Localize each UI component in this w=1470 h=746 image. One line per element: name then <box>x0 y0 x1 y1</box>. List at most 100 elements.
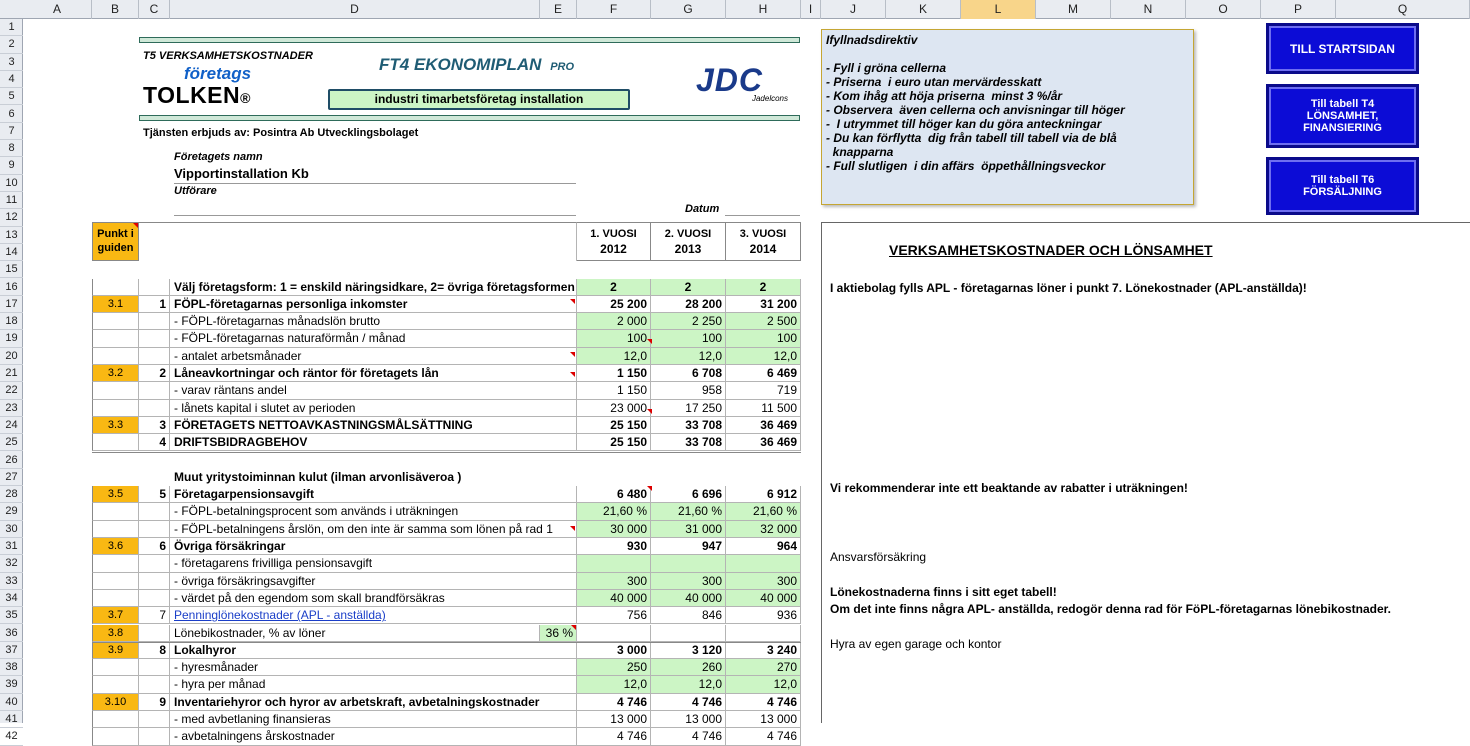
row-header-28[interactable]: 28 <box>0 486 23 504</box>
row-header-13[interactable]: 13 <box>0 227 23 244</box>
column-header-G[interactable]: G <box>651 0 726 19</box>
company-name[interactable]: Vipportinstallation Kb <box>174 166 576 184</box>
input-cell[interactable]: 300 <box>651 572 726 590</box>
row-header-27[interactable]: 27 <box>0 469 23 487</box>
input-cell[interactable] <box>577 555 651 573</box>
row-header-4[interactable]: 4 <box>0 71 23 89</box>
column-header-Q[interactable]: Q <box>1336 0 1470 19</box>
row-header-35[interactable]: 35 <box>0 607 23 625</box>
input-cell[interactable]: 12,0 <box>577 347 651 365</box>
row-header-25[interactable]: 25 <box>0 434 23 452</box>
start-button[interactable]: TILL STARTSIDAN <box>1266 23 1419 74</box>
comment-marker[interactable] <box>647 486 652 491</box>
input-cell[interactable]: 100 <box>577 330 651 348</box>
row-header-32[interactable]: 32 <box>0 555 23 573</box>
row-header-14[interactable]: 14 <box>0 244 23 262</box>
column-header-E[interactable]: E <box>540 0 577 19</box>
row-header-3[interactable]: 3 <box>0 54 23 71</box>
input-cell[interactable]: 12,0 <box>726 347 801 365</box>
input-cell[interactable] <box>651 555 726 573</box>
row-header-2[interactable]: 2 <box>0 36 23 54</box>
row-header-22[interactable]: 22 <box>0 382 23 400</box>
input-cell[interactable]: 270 <box>726 659 801 677</box>
input-cell[interactable] <box>726 555 801 573</box>
column-header-A[interactable]: A <box>23 0 92 19</box>
row-header-33[interactable]: 33 <box>0 573 23 590</box>
comment-marker[interactable] <box>570 352 575 357</box>
row-header-38[interactable]: 38 <box>0 659 23 677</box>
input-cell[interactable]: 12,0 <box>726 676 801 694</box>
column-header-C[interactable]: C <box>139 0 170 19</box>
row-header-18[interactable]: 18 <box>0 313 23 331</box>
input-cell[interactable]: 21,60 % <box>577 503 651 521</box>
row-header-30[interactable]: 30 <box>0 521 23 538</box>
input-cell[interactable]: 300 <box>726 572 801 590</box>
row-header-19[interactable]: 19 <box>0 330 23 348</box>
comment-marker[interactable] <box>570 372 575 377</box>
input-cell[interactable]: 300 <box>577 572 651 590</box>
input-cell[interactable]: 2 500 <box>726 313 801 331</box>
row-header-24[interactable]: 24 <box>0 417 23 435</box>
performer-field[interactable] <box>174 199 576 216</box>
input-cell[interactable]: 31 000 <box>651 520 726 538</box>
row-header-34[interactable]: 34 <box>0 590 23 608</box>
column-header-J[interactable]: J <box>821 0 886 19</box>
column-header-H[interactable]: H <box>726 0 801 19</box>
row-header-6[interactable]: 6 <box>0 106 23 123</box>
input-cell[interactable]: 40 000 <box>651 589 726 608</box>
input-cell[interactable]: 2 250 <box>651 313 726 331</box>
input-cell[interactable]: 2 <box>726 278 801 296</box>
input-cell[interactable]: 21,60 % <box>726 503 801 521</box>
column-header-P[interactable]: P <box>1261 0 1336 19</box>
input-cell[interactable]: 260 <box>651 659 726 677</box>
row-header-5[interactable]: 5 <box>0 88 23 106</box>
input-cell[interactable]: 40 000 <box>726 589 801 608</box>
input-cell[interactable]: 12,0 <box>651 347 726 365</box>
row-header-7[interactable]: 7 <box>0 123 23 141</box>
side-costs-percent-input[interactable]: 36 % <box>540 624 577 642</box>
row-header-41[interactable]: 41 <box>0 711 23 729</box>
row-header-12[interactable]: 12 <box>0 209 23 227</box>
input-cell[interactable]: 21,60 % <box>651 503 726 521</box>
row-label[interactable]: Penninglönekostnader (APL - anställda) <box>170 607 577 625</box>
column-header-K[interactable]: K <box>886 0 961 19</box>
column-header-I[interactable]: I <box>801 0 821 19</box>
input-cell[interactable]: 2 <box>577 278 651 296</box>
column-header-B[interactable]: B <box>92 0 139 19</box>
row-header-42[interactable]: 42 <box>0 728 23 746</box>
row-header-40[interactable]: 40 <box>0 694 23 711</box>
row-header-9[interactable]: 9 <box>0 157 23 175</box>
input-cell[interactable]: 12,0 <box>577 676 651 694</box>
row-header-17[interactable]: 17 <box>0 296 23 314</box>
row-header-15[interactable]: 15 <box>0 261 23 279</box>
to-t6-button[interactable]: Till tabell T6 FÖRSÄLJNING <box>1266 157 1419 215</box>
column-header-O[interactable]: O <box>1186 0 1261 19</box>
input-cell[interactable]: 12,0 <box>651 676 726 694</box>
input-cell[interactable]: 100 <box>726 330 801 348</box>
date-field[interactable] <box>725 200 800 216</box>
row-header-11[interactable]: 11 <box>0 192 23 210</box>
column-header-M[interactable]: M <box>1036 0 1111 19</box>
column-header-D[interactable]: D <box>170 0 540 19</box>
row-header-31[interactable]: 31 <box>0 538 23 556</box>
comment-marker[interactable] <box>647 339 652 344</box>
row-header-37[interactable]: 37 <box>0 642 23 660</box>
row-header-26[interactable]: 26 <box>0 452 23 469</box>
row-header-16[interactable]: 16 <box>0 279 23 296</box>
row-header-36[interactable]: 36 <box>0 625 23 642</box>
row-header-23[interactable]: 23 <box>0 400 23 417</box>
input-cell[interactable]: 32 000 <box>726 520 801 538</box>
input-cell[interactable]: 250 <box>577 659 651 677</box>
row-header-20[interactable]: 20 <box>0 348 23 365</box>
column-header-N[interactable]: N <box>1111 0 1186 19</box>
row-header-10[interactable]: 10 <box>0 175 23 192</box>
row-header-8[interactable]: 8 <box>0 140 23 158</box>
column-header-F[interactable]: F <box>577 0 651 19</box>
input-cell[interactable]: 2 000 <box>577 313 651 331</box>
row-header-39[interactable]: 39 <box>0 676 23 694</box>
comment-marker[interactable] <box>570 299 575 304</box>
row-header-21[interactable]: 21 <box>0 365 23 383</box>
row-header-29[interactable]: 29 <box>0 503 23 521</box>
row-header-1[interactable]: 1 <box>0 19 23 37</box>
input-cell[interactable]: 40 000 <box>577 589 651 608</box>
